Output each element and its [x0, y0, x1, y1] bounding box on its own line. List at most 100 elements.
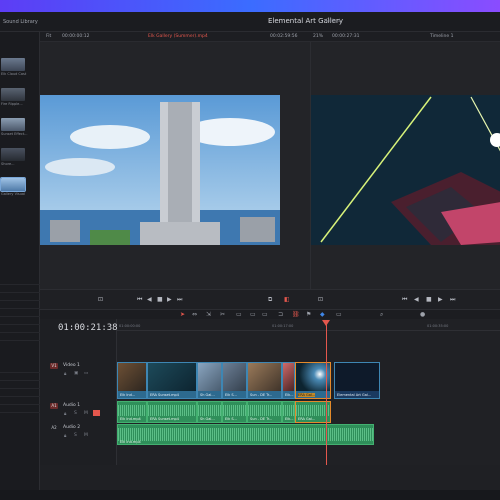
stop-icon[interactable]: ■ — [426, 296, 432, 303]
panel-row[interactable] — [0, 293, 40, 301]
record-arm-icon[interactable] — [93, 410, 100, 416]
timeline-viewer[interactable] — [310, 42, 500, 289]
timeline-zoom[interactable]: 21% — [313, 34, 323, 39]
edit-toolbar: ➤ ⇔ ⇲ ✂ ▭ ▭ ▭ ⊐ ⛓ ⚑ ◆ ▭ ⌕ ● — [40, 309, 500, 319]
panel-row[interactable] — [0, 381, 40, 389]
audio-clip[interactable]: Elk... — [282, 401, 295, 423]
zoom-icon[interactable]: ⌕ — [380, 311, 383, 319]
reverse-icon[interactable]: ◀ — [147, 296, 152, 303]
lock-icon[interactable]: 🔒︎ — [64, 371, 66, 377]
audio1-name: Audio 1 — [63, 403, 81, 408]
link-icon[interactable]: ⛓ — [292, 311, 300, 318]
viewer-mode-icon[interactable]: ⊡ — [318, 296, 323, 303]
zoom-out-icon[interactable]: ▭ — [336, 311, 342, 318]
source-clip-name[interactable]: Elk Gallery (Summer).mp4 — [148, 34, 208, 39]
media-label: Shore... — [1, 162, 15, 166]
audio-clip[interactable]: ERA Sunset.mp4 — [147, 401, 197, 423]
mute-icon[interactable]: M — [84, 433, 88, 438]
source-timecode-left: 00:00:00:12 — [62, 34, 90, 39]
reverse-icon[interactable]: ◀ — [414, 296, 419, 303]
audio-clip[interactable]: Sh Gal... — [197, 401, 222, 423]
panel-row[interactable] — [0, 325, 40, 333]
playhead[interactable] — [326, 322, 327, 465]
sound-library-tab[interactable]: Sound Library — [3, 19, 38, 25]
panel-row[interactable] — [0, 277, 40, 285]
insert-icon[interactable]: ▭ — [236, 311, 242, 318]
play-icon[interactable]: ▶ — [167, 296, 172, 303]
marker-icon[interactable]: ◆ — [320, 311, 325, 318]
source-zoom[interactable]: Fit — [46, 34, 51, 39]
audio2-clip[interactable]: Elk Ind.mp4 — [117, 424, 374, 445]
snap-icon[interactable]: ⊐ — [278, 311, 283, 318]
monitor-icon[interactable]: ▭ — [84, 371, 88, 376]
panel-row[interactable] — [0, 397, 40, 405]
video-clip[interactable]: Elk... — [282, 362, 295, 399]
panel-row[interactable] — [0, 373, 40, 381]
timeline-name[interactable]: Timeline 1 — [430, 34, 453, 39]
media-thumb[interactable] — [0, 177, 26, 192]
solo-icon[interactable]: S — [74, 433, 77, 438]
media-label: Sunset Effect... — [1, 132, 28, 136]
video-clip[interactable]: Elk S... — [222, 362, 247, 399]
skip-back-icon[interactable]: ⏮ — [402, 296, 407, 304]
taskbar-strip — [0, 490, 500, 500]
replace-icon[interactable]: ▭ — [262, 311, 268, 318]
panel-row[interactable] — [0, 317, 40, 325]
media-label: Elk Cloud Cast — [1, 72, 27, 76]
skip-forward-icon[interactable]: ⏭ — [177, 296, 182, 304]
video-clip[interactable]: Elemental Art Gal... — [334, 362, 380, 399]
solo-icon[interactable]: S — [74, 411, 77, 416]
skip-forward-icon[interactable]: ⏭ — [450, 296, 455, 304]
source-timecode-right: 00:02:59:56 — [270, 34, 298, 39]
loop-icon[interactable]: ⊡ — [98, 296, 103, 303]
stop-icon[interactable]: ■ — [157, 296, 163, 303]
lock-icon[interactable]: 🔒︎ — [64, 411, 66, 417]
panel-row[interactable] — [0, 389, 40, 397]
auto-select-icon[interactable]: ▣ — [74, 371, 78, 376]
dynamic-trim-icon[interactable]: ⇲ — [206, 311, 211, 318]
panel-row[interactable] — [0, 365, 40, 373]
audio-clip[interactable]: Sun - DE Tr... — [247, 401, 282, 423]
media-label: Fire Ripple... — [1, 102, 23, 106]
left-panel — [0, 257, 40, 490]
panel-row[interactable] — [0, 333, 40, 341]
mute-icon[interactable]: M — [84, 411, 88, 416]
blade-tool-icon[interactable]: ✂ — [220, 311, 225, 318]
ruler-label: 01:00:17:00 — [272, 324, 294, 328]
media-thumb[interactable] — [1, 58, 25, 71]
trim-tool-icon[interactable]: ⇔ — [192, 311, 197, 318]
mark-icon[interactable]: ◧ — [284, 296, 290, 303]
timeline-ruler[interactable]: 01:00:00:00 01:00:17:00 01:00:35:00 — [117, 319, 500, 331]
play-icon[interactable]: ▶ — [438, 296, 443, 303]
timeline-frame — [311, 95, 500, 245]
media-thumb[interactable] — [1, 118, 25, 131]
panel-row[interactable] — [0, 285, 40, 293]
select-tool-icon[interactable]: ➤ — [180, 311, 185, 318]
video-clip[interactable]: Elk Ind... — [117, 362, 147, 399]
audio-clip[interactable]: Elk Ind.mp4 — [117, 401, 147, 423]
timeline-viewer-header: 21% 00:00:27:31 Timeline 1 — [310, 32, 500, 42]
source-viewer[interactable] — [40, 42, 310, 289]
audio-clip[interactable]: Elk S... — [222, 401, 247, 423]
video-clip[interactable]: Sh Gal... — [197, 362, 222, 399]
panel-row[interactable] — [0, 309, 40, 317]
lock-icon[interactable]: 🔒︎ — [64, 433, 66, 439]
a1-tag[interactable]: A1 — [50, 403, 58, 409]
v1-tag[interactable]: V1 — [50, 363, 58, 369]
a2-tag[interactable]: A2 — [50, 425, 58, 431]
video-clip[interactable]: Sun - DE Tr... — [247, 362, 282, 399]
playhead-handle[interactable] — [322, 320, 330, 326]
video-clip[interactable]: ERA Sunset.mp4 — [147, 362, 197, 399]
ruler-label: 01:00:35:00 — [427, 324, 449, 328]
in-out-icon[interactable]: ⧉ — [268, 296, 272, 304]
skip-back-icon[interactable]: ⏮ — [137, 296, 142, 304]
panel-row[interactable] — [0, 301, 40, 309]
zoom-level-icon[interactable]: ● — [420, 311, 425, 318]
source-frame — [40, 95, 280, 245]
flag-icon[interactable]: ⚑ — [306, 311, 311, 318]
media-thumb[interactable] — [1, 148, 25, 161]
media-thumb[interactable] — [1, 88, 25, 101]
media-label: Gallery Visual — [1, 192, 26, 196]
overwrite-icon[interactable]: ▭ — [250, 311, 256, 318]
panel-row[interactable] — [0, 405, 40, 413]
